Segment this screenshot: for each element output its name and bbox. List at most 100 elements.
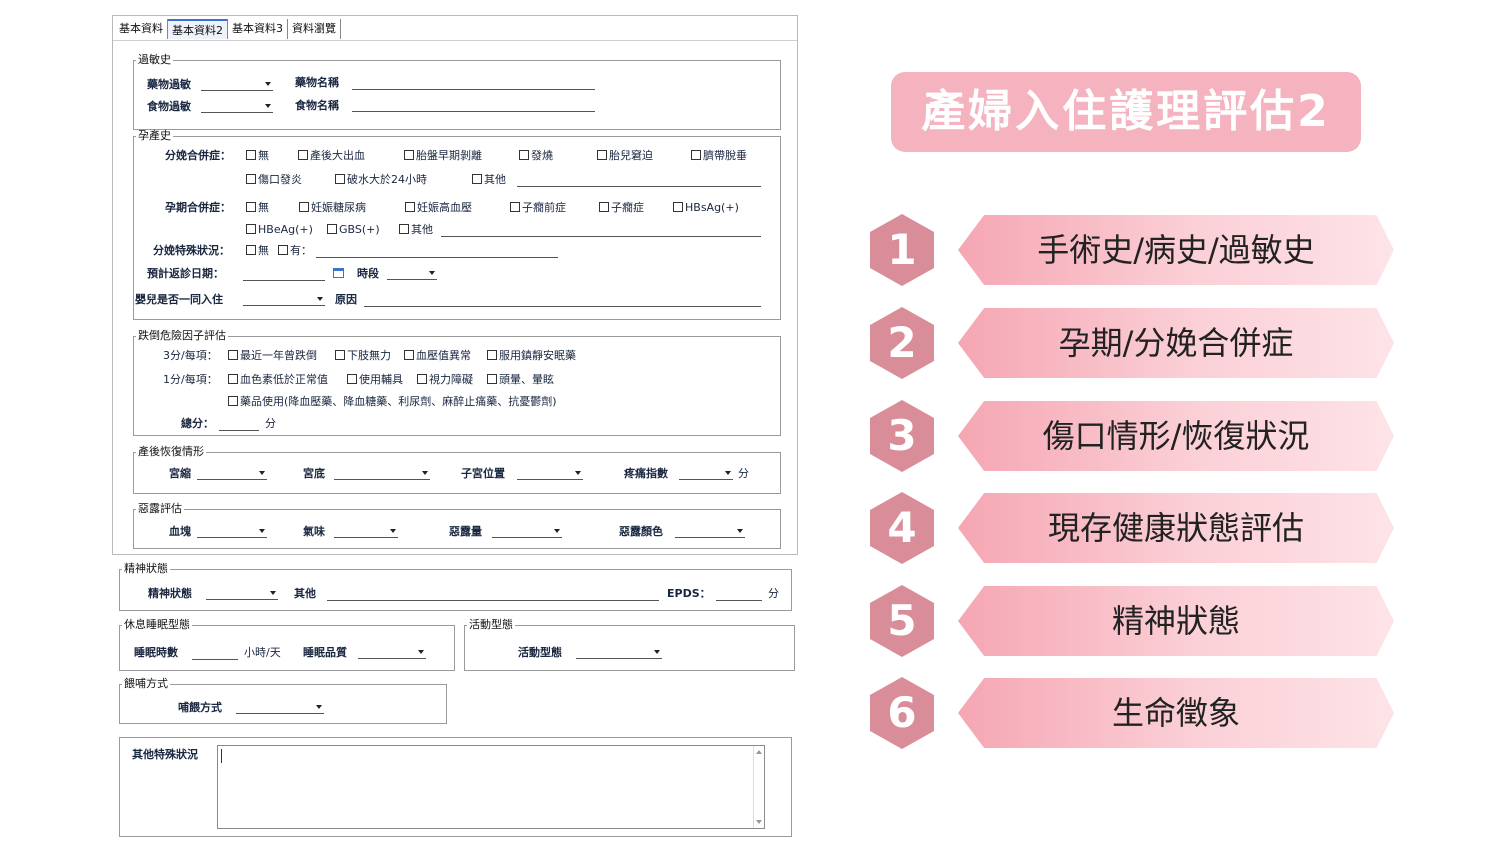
food-allergy-dropdown[interactable] — [201, 100, 273, 113]
chevron-down-icon — [654, 650, 660, 654]
feeding-dropdown[interactable] — [236, 701, 324, 714]
delivery-option-other[interactable]: 其他 — [472, 173, 506, 187]
chevron-down-icon — [737, 529, 743, 533]
pregnancy-option-gbs[interactable]: GBS(+) — [327, 223, 380, 237]
hexagon-badge: 1 — [870, 214, 934, 286]
drug-allergy-label: 藥物過敏 — [147, 78, 191, 91]
allergy-legend: 過敏史 — [138, 53, 171, 66]
fundus-dropdown[interactable] — [334, 467, 430, 480]
lochia-amount-dropdown[interactable] — [492, 525, 562, 538]
uterine-contraction-dropdown[interactable] — [197, 467, 267, 480]
activity-group: 活動型態 — [464, 619, 795, 671]
pregnancy-legend: 孕產史 — [138, 129, 171, 142]
sleep-hours-label: 睡眠時數 — [134, 646, 178, 659]
item-label: 傷口情形/恢復狀況 — [1042, 417, 1310, 455]
delivery-option-prolapse[interactable]: 臍帶脫垂 — [691, 149, 747, 163]
fall-item-history[interactable]: 最近一年曾跌倒 — [228, 349, 317, 363]
food-name-input[interactable] — [352, 99, 595, 112]
epds-input[interactable] — [716, 588, 762, 601]
fall-item-bp[interactable]: 血壓值異常 — [404, 349, 471, 363]
fall-item-hemoglobin[interactable]: 血色素低於正常值 — [228, 373, 328, 387]
reason-label: 原因 — [335, 293, 357, 306]
return-date-label: 預計返診日期： — [147, 267, 224, 280]
pain-score-dropdown[interactable] — [679, 467, 733, 480]
tab-basic-2[interactable]: 基本資料2 — [168, 19, 228, 39]
chevron-down-icon — [725, 471, 731, 475]
drug-name-label: 藥物名稱 — [295, 76, 339, 89]
delivery-option-rupture[interactable]: 破水大於24小時 — [335, 173, 427, 187]
pregnancy-option-preeclampsia[interactable]: 子癇前症 — [510, 201, 566, 215]
mental-state-dropdown[interactable] — [206, 587, 278, 600]
fall-one-label: 1分/每項： — [163, 373, 218, 386]
fall-item-dizzy[interactable]: 頭暈、暈眩 — [487, 373, 554, 387]
fall-item-vision[interactable]: 視力障礙 — [417, 373, 473, 387]
tab-browse[interactable]: 資料瀏覽 — [288, 19, 341, 39]
calendar-icon[interactable] — [333, 268, 344, 278]
uterus-position-dropdown[interactable] — [517, 467, 583, 480]
delivery-option-none[interactable]: 無 — [246, 149, 269, 163]
sleep-hours-input[interactable] — [192, 647, 238, 660]
chevron-down-icon — [259, 471, 265, 475]
pregnancy-option-hbsag[interactable]: HBsAg(+) — [673, 201, 739, 215]
hexagon-badge: 3 — [870, 400, 934, 472]
rooming-dropdown[interactable] — [243, 293, 325, 306]
delivery-option-pph[interactable]: 產後大出血 — [298, 149, 365, 163]
pregnancy-option-hbeag[interactable]: HBeAg(+) — [246, 223, 313, 237]
fall-item-weakness[interactable]: 下肢無力 — [335, 349, 391, 363]
special-option-none[interactable]: 無 — [246, 244, 269, 258]
pregnancy-option-eclampsia[interactable]: 子癇症 — [599, 201, 644, 215]
drug-allergy-dropdown[interactable] — [201, 78, 273, 91]
item-banner: 精神狀態 — [958, 586, 1394, 656]
fall-total-label: 總分： — [181, 417, 214, 430]
fall-item-sedative[interactable]: 服用鎮靜安眠藥 — [487, 349, 576, 363]
pregnancy-complication-label: 孕期合併症： — [165, 201, 231, 214]
fall-item-aid[interactable]: 使用輔具 — [347, 373, 403, 387]
chevron-down-icon — [575, 471, 581, 475]
delivery-option-wound[interactable]: 傷口發炎 — [246, 173, 302, 187]
return-date-input[interactable] — [243, 268, 325, 281]
sleep-quality-dropdown[interactable] — [358, 646, 426, 659]
other-special-textarea[interactable] — [217, 745, 765, 829]
item-label: 現存健康狀態評估 — [1047, 509, 1304, 547]
pregnancy-option-other[interactable]: 其他 — [399, 223, 433, 237]
tab-bar: 基本資料 基本資料2 基本資料3 資料瀏覽 — [115, 19, 341, 39]
delivery-other-input[interactable] — [517, 174, 761, 187]
period-label: 時段 — [357, 267, 379, 280]
epds-unit: 分 — [768, 587, 779, 600]
item-number: 2 — [887, 318, 917, 367]
tab-basic-1[interactable]: 基本資料 — [115, 19, 168, 39]
period-dropdown[interactable] — [387, 267, 437, 280]
allergy-group: 過敏史 — [133, 54, 781, 130]
lochia-color-dropdown[interactable] — [675, 525, 745, 538]
pregnancy-option-pih[interactable]: 妊娠高血壓 — [405, 201, 472, 215]
other-special-label: 其他特殊狀況 — [132, 748, 198, 761]
tab-basic-3[interactable]: 基本資料3 — [228, 19, 288, 39]
pregnancy-option-none[interactable]: 無 — [246, 201, 269, 215]
mental-other-input[interactable] — [327, 588, 659, 601]
form-upper-panel: 基本資料 基本資料2 基本資料3 資料瀏覽 過敏史 藥物過敏 藥物名稱 食物過敏… — [112, 15, 798, 555]
delivery-option-abruption[interactable]: 胎盤早期剝離 — [404, 149, 482, 163]
pregnancy-other-input[interactable] — [441, 224, 761, 237]
delivery-option-fever[interactable]: 發燒 — [519, 149, 553, 163]
fall-total-unit: 分 — [265, 417, 276, 430]
special-option-yes[interactable]: 有： — [278, 244, 312, 258]
fall-total-input[interactable] — [219, 418, 259, 431]
delivery-option-distress[interactable]: 胎兒窘迫 — [597, 149, 653, 163]
drug-name-input[interactable] — [352, 77, 595, 90]
item-label: 生命徵象 — [1111, 694, 1240, 732]
scroll-up-icon[interactable] — [756, 750, 762, 754]
pregnancy-option-gdm[interactable]: 妊娠糖尿病 — [299, 201, 366, 215]
item-number: 1 — [887, 225, 917, 274]
item-number: 5 — [887, 596, 917, 645]
reason-input[interactable] — [364, 294, 761, 307]
odor-dropdown[interactable] — [334, 525, 398, 538]
activity-dropdown[interactable] — [576, 646, 662, 659]
special-status-input[interactable] — [316, 245, 558, 258]
activity-legend: 活動型態 — [469, 618, 513, 631]
clot-dropdown[interactable] — [197, 525, 267, 538]
textarea-scrollbar[interactable] — [753, 746, 764, 828]
slide-title-box: 產婦入住護理評估2 — [891, 72, 1361, 152]
fall-item-medication[interactable]: 藥品使用(降血壓藥、降血糖藥、利尿劑、麻醉止痛藥、抗憂鬱劑) — [228, 395, 557, 409]
chevron-down-icon — [270, 591, 276, 595]
scroll-down-icon[interactable] — [756, 820, 762, 824]
